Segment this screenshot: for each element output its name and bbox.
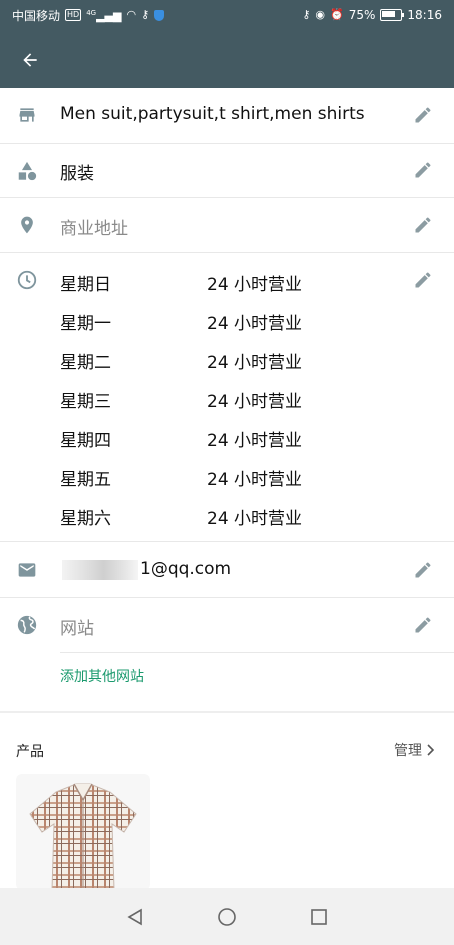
products-title: 产品 bbox=[16, 744, 44, 760]
pencil-icon bbox=[415, 562, 431, 578]
business-name-row[interactable]: Men suit,partysuit,t shirt,men shirts bbox=[0, 88, 454, 144]
wifi-icon: ◠ bbox=[126, 8, 137, 21]
hd-badge: HD bbox=[65, 9, 82, 21]
nav-back-button[interactable] bbox=[121, 903, 149, 931]
shirt-image bbox=[29, 783, 137, 890]
key-icon: ⚷ bbox=[141, 8, 150, 21]
hours-value: 24 小时营业 bbox=[207, 509, 303, 529]
address-placeholder: 商业地址 bbox=[60, 219, 128, 239]
hours-row[interactable]: 星期日 24 小时营业 星期一 24 小时营业 星期二 24 小时营业 星期三 … bbox=[0, 253, 454, 542]
store-icon bbox=[16, 104, 38, 126]
carrier-label: 中国移动 bbox=[12, 8, 61, 23]
clock-time: 18:16 bbox=[407, 8, 442, 22]
edit-email-button[interactable] bbox=[412, 559, 434, 581]
chevron-right-icon bbox=[427, 744, 435, 756]
email-icon bbox=[16, 559, 38, 581]
hours-day: 星期六 bbox=[60, 509, 111, 529]
hours-day: 星期三 bbox=[60, 392, 111, 412]
business-name: Men suit,partysuit,t shirt,men shirts bbox=[60, 104, 365, 124]
divider bbox=[60, 652, 454, 653]
section-divider bbox=[0, 711, 454, 713]
location-pin-icon bbox=[16, 214, 38, 236]
pencil-icon bbox=[415, 217, 431, 233]
hours-value: 24 小时营业 bbox=[207, 275, 303, 295]
hours-day: 星期日 bbox=[60, 275, 111, 295]
hours-day: 星期五 bbox=[60, 470, 111, 490]
system-nav-bar bbox=[0, 888, 454, 945]
circle-home-icon bbox=[218, 907, 236, 926]
hours-day: 星期一 bbox=[60, 314, 111, 334]
pencil-icon bbox=[415, 617, 431, 633]
key-icon: ⚷ bbox=[302, 8, 311, 21]
manage-label: 管理 bbox=[394, 743, 422, 759]
manage-products-button[interactable]: 管理 bbox=[394, 740, 436, 760]
hours-value: 24 小时营业 bbox=[207, 353, 303, 373]
hours-day: 星期二 bbox=[60, 353, 111, 373]
battery-percent: 75% bbox=[348, 8, 376, 22]
alarm-icon: ⏰ bbox=[330, 8, 344, 21]
pencil-icon bbox=[415, 272, 431, 288]
hours-value: 24 小时营业 bbox=[207, 431, 303, 451]
shield-icon bbox=[154, 9, 165, 21]
edit-category-button[interactable] bbox=[412, 159, 434, 181]
battery-icon bbox=[380, 9, 405, 21]
app-bar bbox=[0, 30, 454, 88]
edit-address-button[interactable] bbox=[412, 214, 434, 236]
status-bar: 中国移动 HD 4G▂▄▆ ◠ ⚷ ⚷ ◉ ⏰ 75% 18:16 bbox=[0, 0, 454, 30]
hours-value: 24 小时营业 bbox=[207, 314, 303, 334]
triangle-back-icon bbox=[127, 908, 142, 925]
network-label: 4G▂▄▆ bbox=[86, 9, 122, 23]
edit-hours-button[interactable] bbox=[412, 269, 434, 291]
add-website-link[interactable]: 添加其他网站 bbox=[60, 666, 144, 686]
nav-home-button[interactable] bbox=[213, 903, 241, 931]
clock-icon bbox=[16, 269, 38, 291]
square-recents-icon bbox=[311, 908, 327, 925]
shapes-icon bbox=[16, 160, 38, 182]
email-address: 1@qq.com bbox=[140, 559, 232, 579]
category-row[interactable]: 服装 bbox=[0, 144, 454, 198]
website-row[interactable]: 网站 bbox=[0, 598, 454, 654]
pencil-icon bbox=[415, 107, 431, 123]
website-placeholder: 网站 bbox=[60, 619, 94, 639]
edit-website-button[interactable] bbox=[412, 614, 434, 636]
nav-recents-button[interactable] bbox=[305, 903, 333, 931]
back-button[interactable] bbox=[16, 46, 44, 74]
pencil-icon bbox=[415, 162, 431, 178]
edit-name-button[interactable] bbox=[412, 104, 434, 126]
address-row[interactable]: 商业地址 bbox=[0, 198, 454, 253]
product-thumbnail[interactable] bbox=[16, 774, 150, 890]
redacted-email-prefix bbox=[62, 560, 138, 580]
eye-icon: ◉ bbox=[315, 8, 326, 21]
arrow-left-icon bbox=[23, 53, 37, 67]
hours-value: 24 小时营业 bbox=[207, 392, 303, 412]
globe-icon bbox=[16, 614, 38, 636]
email-row[interactable]: 1@qq.com bbox=[0, 542, 454, 598]
hours-value: 24 小时营业 bbox=[207, 470, 303, 490]
hours-day: 星期四 bbox=[60, 431, 111, 451]
business-category: 服装 bbox=[60, 164, 94, 184]
